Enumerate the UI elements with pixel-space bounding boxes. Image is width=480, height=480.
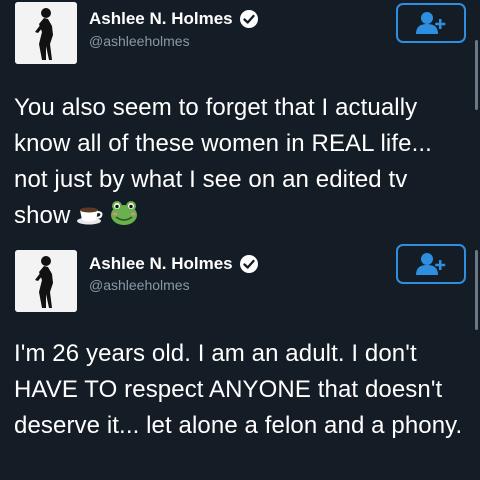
author-name-text: Ashlee N. Holmes [89,254,233,273]
author-name-text: Ashlee N. Holmes [89,9,233,28]
verified-badge-icon [239,10,258,28]
tweet-card: Ashlee N. Holmes @ashleeholmes I'm 26 ye… [0,240,480,480]
coffee-cup-emoji [76,201,104,237]
tweet-text: I'm 26 years old. I am an adult. I don't… [14,340,463,439]
verified-badge-icon [239,255,258,273]
person-silhouette-icon [15,250,77,312]
follow-button[interactable] [396,3,466,43]
author-handle[interactable]: @ashleeholmes [89,277,190,293]
tweet-text: You also seem to forget that I actually … [14,90,470,237]
frog-emoji [110,200,138,237]
person-silhouette-icon [15,2,77,64]
add-user-icon [416,12,446,34]
author-name[interactable]: Ashlee N. Holmes [89,254,259,274]
avatar[interactable] [15,250,77,312]
scroll-indicator[interactable] [475,40,478,110]
tweet-card: Ashlee N. Holmes @ashleeholmes You also … [0,0,480,240]
scroll-indicator[interactable] [475,250,478,330]
add-user-icon [416,253,446,275]
avatar[interactable] [15,2,77,64]
author-handle[interactable]: @ashleeholmes [89,33,190,49]
author-name[interactable]: Ashlee N. Holmes [89,9,259,29]
follow-button[interactable] [396,244,466,284]
